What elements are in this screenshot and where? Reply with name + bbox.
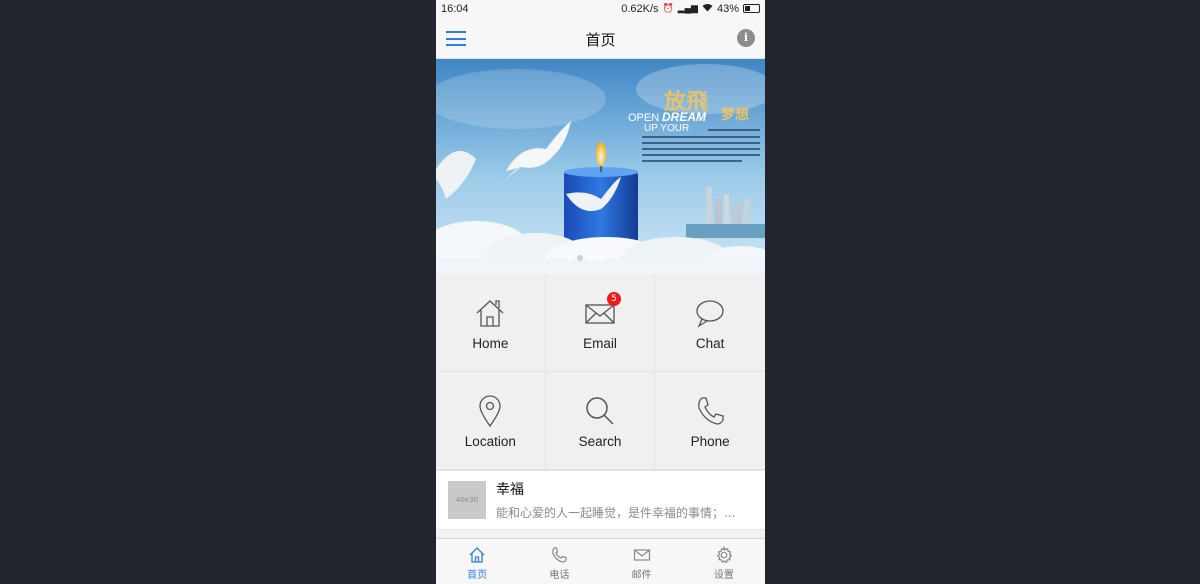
- tab-phone[interactable]: 电话: [518, 539, 600, 584]
- shortcut-grid: Home 5 Email Chat Location Search Phone: [436, 274, 765, 470]
- wifi-icon: [702, 3, 713, 14]
- info-icon[interactable]: i: [737, 29, 755, 47]
- banner-image: 放飛 梦想 OPEN DREAM UP YOUR: [436, 59, 765, 274]
- home-icon: [473, 296, 507, 330]
- net-speed: 0.62K/s: [621, 2, 659, 15]
- tab-mail[interactable]: 邮件: [601, 539, 683, 584]
- grid-item-phone[interactable]: Phone: [655, 372, 765, 470]
- alarm-icon: ⏰: [662, 3, 674, 13]
- mail-icon: 5: [583, 292, 621, 330]
- carousel-dot[interactable]: [587, 255, 593, 261]
- grid-item-location[interactable]: Location: [436, 372, 546, 470]
- tab-label: 电话: [549, 570, 570, 581]
- battery-percent: 43%: [716, 2, 739, 15]
- list-item[interactable]: 40x30 幸福 能和心爱的人一起睡觉，是件幸福的事情；...: [436, 471, 765, 530]
- tab-settings[interactable]: 设置: [683, 539, 765, 584]
- grid-item-chat[interactable]: Chat: [655, 274, 765, 372]
- grid-label: Search: [578, 434, 622, 449]
- status-time: 16:04: [441, 2, 469, 15]
- list-item-text: 幸福 能和心爱的人一起睡觉，是件幸福的事情；...: [496, 479, 735, 521]
- mail-icon: [633, 549, 650, 561]
- grid-label: Chat: [695, 336, 725, 351]
- tab-label: 首页: [467, 570, 488, 581]
- gear-icon: [716, 546, 733, 564]
- carousel-dots: [567, 255, 603, 261]
- status-indicators: 0.62K/s ⏰ ▂▄▆ 43%: [621, 3, 760, 15]
- carousel-dot[interactable]: [577, 255, 583, 261]
- search-icon: [583, 394, 617, 428]
- unread-badge: 5: [606, 292, 621, 306]
- grid-item-email[interactable]: 5 Email: [545, 274, 656, 372]
- grid-label: Location: [464, 434, 516, 449]
- grid-label: Home: [472, 336, 509, 351]
- carousel-dot[interactable]: [597, 255, 603, 261]
- battery-icon: [743, 4, 760, 13]
- location-pin-icon: [473, 394, 507, 428]
- signal-icon: ▂▄▆: [677, 3, 698, 13]
- tab-label: 邮件: [631, 570, 652, 581]
- thumbnail-placeholder: 40x30: [448, 481, 486, 519]
- grid-label: Email: [583, 336, 617, 351]
- page-title: 首页: [585, 31, 616, 49]
- carousel-dot[interactable]: [567, 255, 573, 261]
- phone-icon: [693, 394, 727, 428]
- list-item-title: 幸福: [496, 482, 524, 498]
- grid-item-home[interactable]: Home: [436, 274, 546, 372]
- chat-bubble-icon: [693, 296, 727, 330]
- home-icon: [469, 547, 485, 563]
- app-header: 首页 i: [436, 17, 765, 59]
- grid-item-search[interactable]: Search: [545, 372, 656, 470]
- phone-icon: [552, 547, 567, 563]
- grid-label: Phone: [690, 434, 730, 449]
- banner-headline-2: 梦想: [721, 106, 749, 123]
- status-bar: 16:04 0.62K/s ⏰ ▂▄▆ 43%: [436, 0, 765, 17]
- tab-home[interactable]: 首页: [436, 539, 518, 584]
- bottom-tab-bar: 首页 电话 邮件 设置: [436, 538, 765, 584]
- article-list: 40x30 幸福 能和心爱的人一起睡觉，是件幸福的事情；...: [436, 470, 765, 530]
- banner-carousel[interactable]: 放飛 梦想 OPEN DREAM UP YOUR: [436, 59, 765, 274]
- banner-up-text: UP YOUR: [644, 123, 689, 134]
- phone-screen: 16:04 0.62K/s ⏰ ▂▄▆ 43% 首页 i 放飛 梦想 OPEN …: [436, 0, 765, 584]
- banner-dream-text: DREAM: [662, 110, 707, 124]
- list-item-description: 能和心爱的人一起睡觉，是件幸福的事情；...: [496, 506, 736, 520]
- tab-label: 设置: [713, 570, 734, 581]
